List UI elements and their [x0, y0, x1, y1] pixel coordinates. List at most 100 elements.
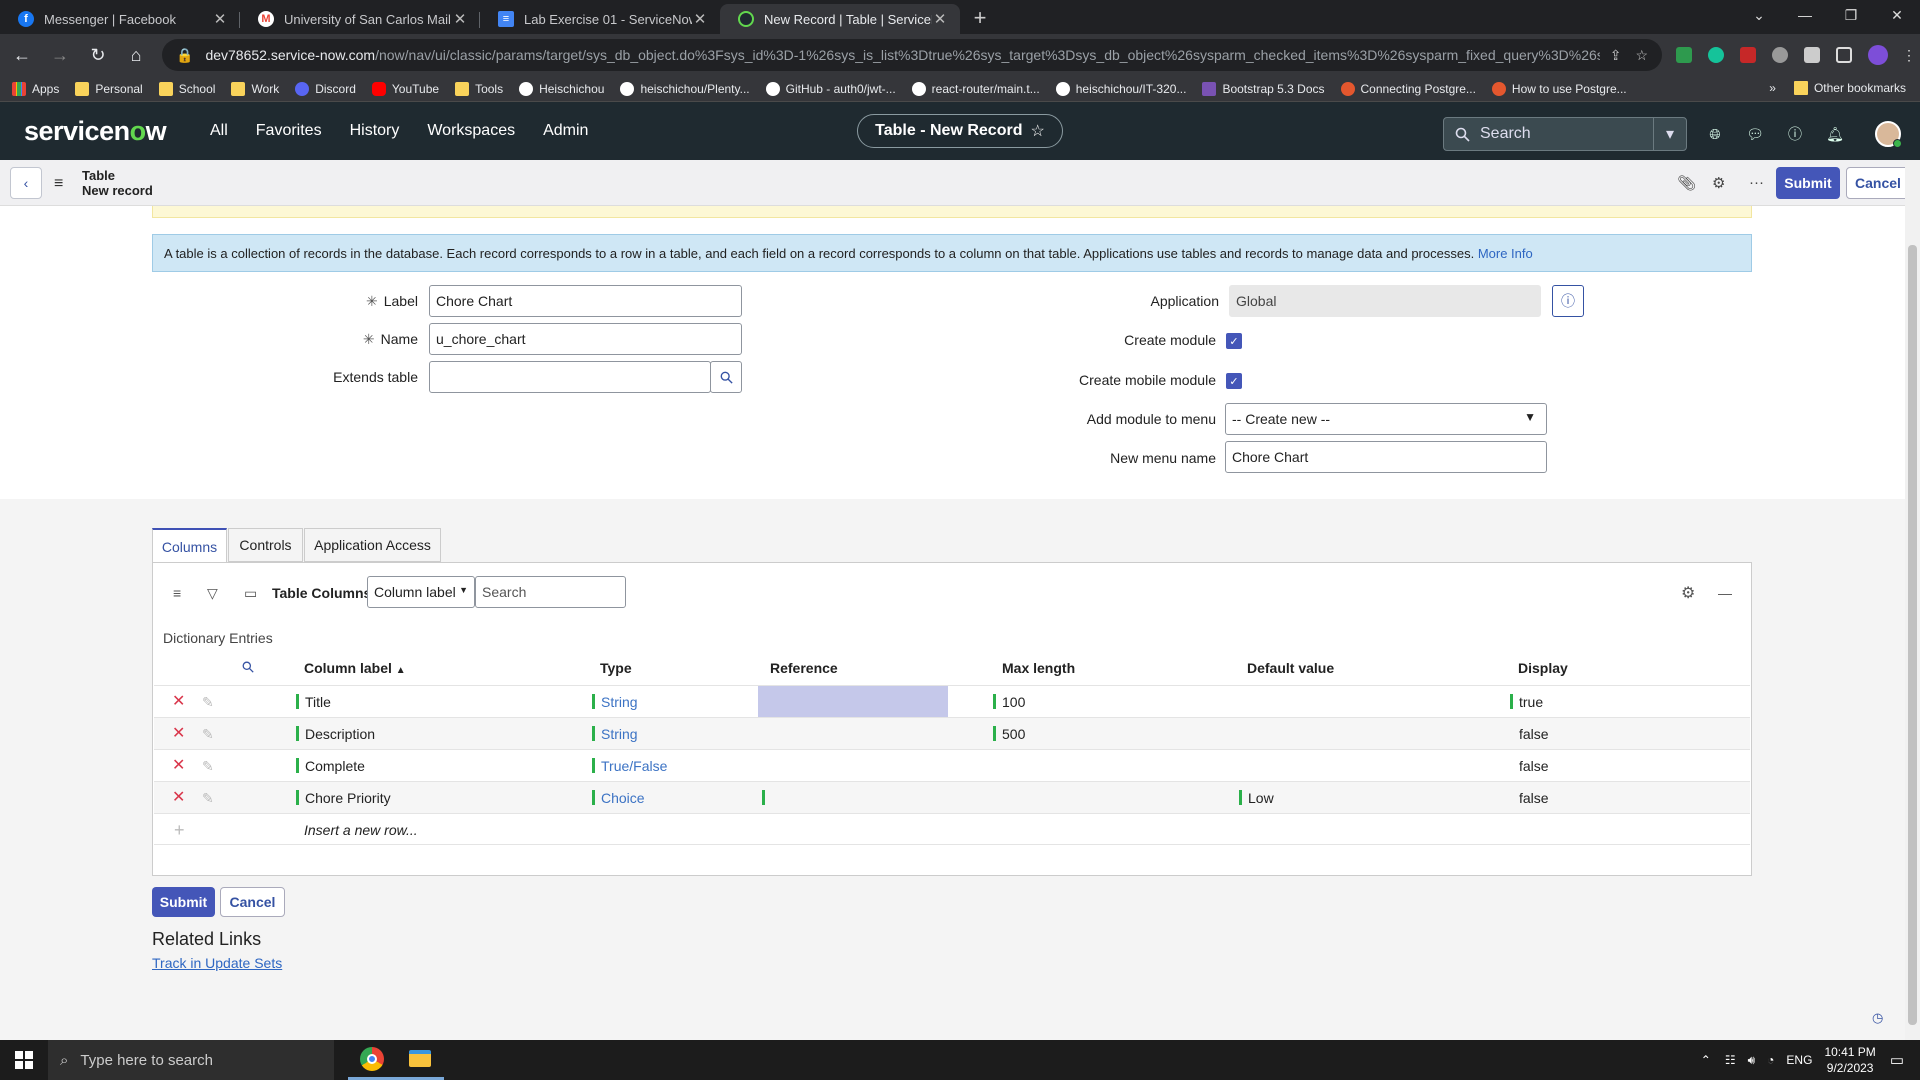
tab-controls[interactable]: Controls [228, 528, 303, 562]
servicenow-logo[interactable]: servicenow [24, 116, 182, 147]
create-module-checkbox[interactable]: ✓ [1226, 333, 1242, 349]
table-row[interactable]: ✕ ✎ Title String 100 true [154, 685, 1750, 718]
delete-row-icon[interactable]: ✕ [172, 718, 185, 750]
add-row-icon[interactable]: + [174, 814, 185, 846]
cell-type[interactable]: String [592, 718, 638, 750]
bookmark-github-5[interactable]: heischichou/IT-320... [1055, 81, 1186, 96]
grammarly-extension-icon[interactable] [1708, 47, 1724, 63]
more-options-icon[interactable]: ··· [1749, 174, 1764, 191]
header-max-length[interactable]: Max length [1002, 651, 1075, 685]
bookmark-personal[interactable]: Personal [75, 81, 143, 96]
edit-pencil-icon[interactable]: ✎ [202, 750, 214, 782]
header-default-value[interactable]: Default value [1247, 651, 1334, 685]
edit-pencil-icon[interactable]: ✎ [202, 686, 214, 718]
new-menu-name-input[interactable]: Chore Chart [1225, 441, 1547, 473]
table-row[interactable]: ✕ ✎ Chore Priority Choice Low false [154, 781, 1750, 813]
list-search-input[interactable]: Search [475, 576, 626, 608]
context-pill[interactable]: Table - New Record ☆ [857, 114, 1063, 148]
chevron-up-icon[interactable]: ⌃ [1701, 1053, 1711, 1067]
tab-search-icon[interactable]: ⌄ [1736, 0, 1782, 30]
network-icon[interactable]: ☷ [1725, 1053, 1736, 1067]
close-tab-icon[interactable]: ✕ [212, 10, 228, 28]
insert-row-label[interactable]: Insert a new row... [304, 814, 418, 846]
globe-icon[interactable]: 🌐︎ [1705, 124, 1725, 144]
bookmark-github-4[interactable]: react-router/main.t... [911, 81, 1040, 96]
timer-icon[interactable]: ◷ [1872, 1010, 1883, 1026]
scrollbar-thumb[interactable] [1908, 245, 1917, 1025]
nav-all[interactable]: All [210, 122, 228, 140]
global-search[interactable]: Search ▾ [1443, 117, 1687, 151]
share-icon[interactable]: ⇪ [1610, 47, 1622, 64]
other-bookmarks[interactable]: » Other bookmarks [1769, 81, 1906, 95]
bottom-submit-button[interactable]: Submit [152, 887, 215, 917]
language-indicator[interactable]: ENG [1786, 1053, 1812, 1067]
bookmark-apps[interactable]: Apps [12, 81, 59, 96]
bookmark-github-3[interactable]: GitHub - auth0/jwt-... [765, 81, 896, 96]
caret-down-icon[interactable]: ▾ [1653, 118, 1686, 150]
delete-row-icon[interactable]: ✕ [172, 782, 185, 814]
header-reference[interactable]: Reference [770, 651, 838, 685]
nav-workspaces[interactable]: Workspaces [427, 122, 515, 140]
file-explorer-taskbar-icon[interactable] [396, 1040, 444, 1080]
bookmark-github-2[interactable]: heischichou/Plenty... [620, 81, 750, 96]
nav-favorites[interactable]: Favorites [256, 122, 322, 140]
extends-table-input[interactable] [429, 361, 711, 393]
cell-column-label[interactable]: Complete [296, 750, 365, 782]
bookmark-bootstrap[interactable]: Bootstrap 5.3 Docs [1202, 81, 1325, 96]
url-input[interactable]: 🔒 dev78652.service-now.com/now/nav/ui/cl… [162, 39, 1662, 71]
settings-sliders-icon[interactable]: ⚙︎ [1712, 174, 1725, 192]
bottom-cancel-button[interactable]: Cancel [220, 887, 285, 917]
table-row[interactable]: ✕ ✎ Description String 500 false [154, 717, 1750, 749]
cell-type[interactable]: True/False [592, 750, 667, 782]
bookmark-star-icon[interactable]: ☆ [1635, 47, 1648, 64]
bookmark-youtube[interactable]: YouTube [371, 81, 439, 96]
bell-icon[interactable]: 🔔︎ [1825, 124, 1845, 144]
star-icon[interactable]: ☆ [1030, 121, 1044, 141]
forward-arrow-icon[interactable]: → [44, 39, 76, 71]
cell-type[interactable]: String [592, 686, 638, 718]
label-input[interactable]: Chore Chart [429, 285, 742, 317]
lookup-search-button[interactable] [710, 361, 742, 393]
browser-tab-new-record[interactable]: New Record | Table | ServiceNow ✕ [720, 4, 960, 34]
bookmark-github-1[interactable]: Heischichou [519, 81, 604, 96]
close-tab-icon[interactable]: ✕ [452, 10, 468, 28]
windows-start-icon[interactable] [0, 1040, 48, 1080]
cell-display[interactable]: false [1519, 718, 1549, 750]
header-column-label[interactable]: Column label ▲ [304, 651, 406, 685]
bookmark-postgres-1[interactable]: Connecting Postgre... [1340, 81, 1476, 96]
collapse-icon[interactable]: — [1718, 585, 1732, 601]
cell-column-label[interactable]: Description [296, 718, 375, 750]
more-info-link[interactable]: More Info [1478, 246, 1533, 261]
search-field-select[interactable]: Column label ▼ [367, 576, 475, 608]
cell-type[interactable]: Choice [592, 782, 645, 814]
cell-display[interactable]: true [1510, 686, 1543, 718]
edit-pencil-icon[interactable]: ✎ [202, 782, 214, 814]
cell-max-length[interactable]: 100 [993, 686, 1025, 718]
help-icon[interactable]: ⓘ [1785, 124, 1805, 144]
new-tab-button[interactable]: + [966, 4, 994, 32]
volume-icon[interactable]: 🔊︎ [1748, 1053, 1756, 1068]
reload-icon[interactable]: ↻ [82, 39, 114, 71]
extension-icon[interactable] [1772, 47, 1788, 63]
nav-history[interactable]: History [350, 122, 400, 140]
cell-display[interactable]: false [1519, 782, 1549, 814]
side-panel-icon[interactable] [1836, 47, 1852, 63]
add-module-to-menu-select[interactable]: -- Create new -- ▼ [1225, 403, 1547, 435]
close-tab-icon[interactable]: ✕ [692, 10, 708, 28]
paperclip-icon[interactable]: 📎︎ [1677, 174, 1696, 192]
tab-application-access[interactable]: Application Access [304, 528, 441, 562]
clock[interactable]: 10:41 PM 9/2/2023 [1824, 1044, 1875, 1076]
chrome-taskbar-icon[interactable] [348, 1040, 396, 1080]
back-arrow-icon[interactable]: ← [6, 39, 38, 71]
browser-tab-mail[interactable]: M University of San Carlos Mail ✕ [240, 4, 480, 34]
list-menu-icon[interactable]: ≡ [173, 585, 181, 601]
cell-max-length[interactable]: 500 [993, 718, 1025, 750]
submit-button[interactable]: Submit [1776, 167, 1840, 199]
column-search-icon[interactable] [242, 651, 254, 685]
header-display[interactable]: Display [1518, 651, 1568, 685]
close-tab-icon[interactable]: ✕ [932, 10, 948, 28]
hamburger-menu-icon[interactable]: ≡ [54, 175, 63, 193]
red-extension-icon[interactable] [1740, 47, 1756, 63]
cell-default-value[interactable]: Low [1239, 782, 1274, 814]
track-in-update-sets-link[interactable]: Track in Update Sets [152, 955, 282, 971]
